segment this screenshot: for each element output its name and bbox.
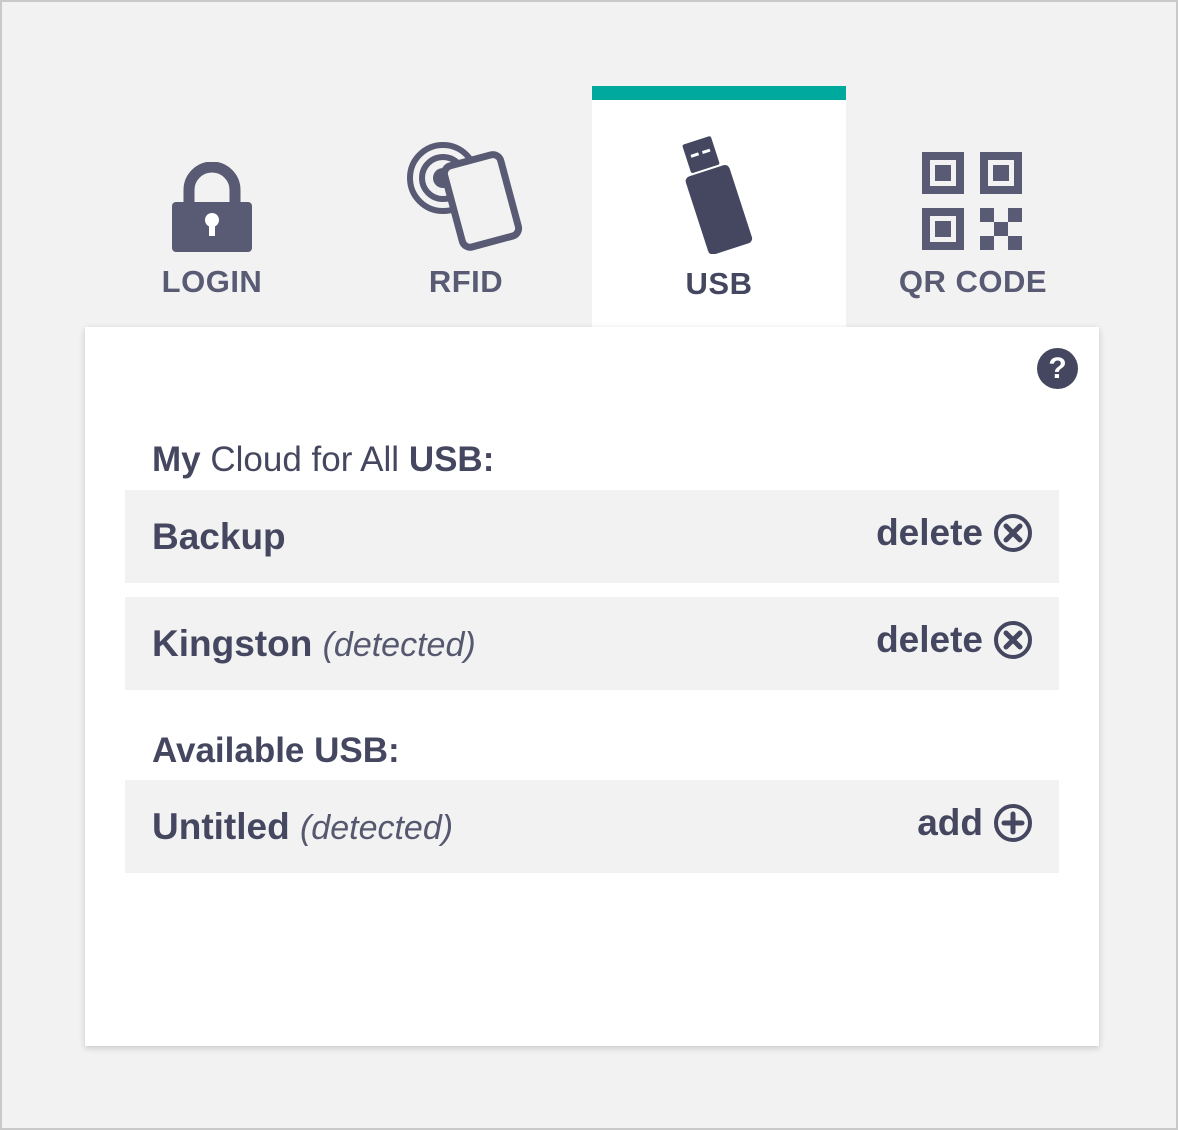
tab-qr-code[interactable]: QR CODE <box>846 86 1100 327</box>
usb-drive-icon <box>592 134 846 254</box>
rfid-card-icon <box>339 134 593 254</box>
detected-note: (detected) <box>322 626 476 664</box>
tab-label: USB <box>685 266 753 301</box>
list-item: Kingston (detected) delete <box>125 597 1059 690</box>
title-brand: Cloud for All <box>210 440 400 479</box>
title-prefix: My <box>152 440 201 479</box>
tab-usb[interactable]: USB <box>592 86 846 327</box>
action-label: delete <box>876 512 983 553</box>
active-tab-indicator <box>592 86 846 100</box>
delete-icon <box>994 514 1032 552</box>
delete-button[interactable]: delete <box>876 512 1033 554</box>
available-usb-title: Available USB: <box>152 731 400 770</box>
usb-name: Kingston (detected) <box>152 623 476 665</box>
tab-label: QR CODE <box>898 264 1048 299</box>
lock-icon <box>85 134 339 254</box>
tab-login[interactable]: LOGIN <box>85 86 339 327</box>
title-suffix: USB: <box>408 440 495 479</box>
action-label: add <box>917 802 983 843</box>
add-icon <box>994 804 1032 842</box>
tab-label: LOGIN <box>161 264 263 299</box>
delete-icon <box>994 621 1032 659</box>
add-button[interactable]: add <box>917 802 1033 844</box>
usb-name: Untitled (detected) <box>152 806 453 848</box>
usb-name-text: Backup <box>152 516 286 557</box>
app-frame: LOGIN RFID USB QR CODE ? My Cloud for Al… <box>0 0 1178 1130</box>
usb-name: Backup <box>152 516 286 558</box>
usb-panel: ? My Cloud for All USB: Backup delete Ki… <box>85 327 1099 1046</box>
usb-name-text: Kingston <box>152 623 313 664</box>
tab-label: RFID <box>428 264 504 299</box>
list-item: Backup delete <box>125 490 1059 583</box>
delete-button[interactable]: delete <box>876 619 1033 661</box>
detected-note: (detected) <box>299 809 454 847</box>
action-label: delete <box>876 619 983 660</box>
my-usb-title: My Cloud for All USB: <box>152 440 494 480</box>
usb-name-text: Untitled <box>152 806 290 847</box>
help-icon[interactable]: ? <box>1037 348 1078 389</box>
qr-code-icon <box>846 134 1100 254</box>
list-item: Untitled (detected) add <box>125 780 1059 873</box>
tab-rfid[interactable]: RFID <box>339 86 593 327</box>
